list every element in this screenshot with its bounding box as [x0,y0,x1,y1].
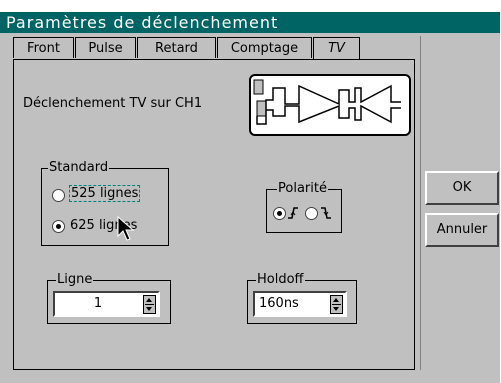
tab-front[interactable]: Front [13,37,74,58]
falling-edge-icon [321,207,331,219]
radio-525-label[interactable]: 525 lignes [68,185,141,202]
line-spin-arrows[interactable] [143,295,156,314]
holdoff-legend: Holdoff [256,272,305,287]
dialog-title: Paramètres de déclenchement [0,12,500,33]
radio-selected-dot [56,224,61,229]
line-legend: Ligne [56,272,94,287]
cancel-button[interactable]: Annuler [425,213,499,247]
mouse-cursor-icon [117,216,135,241]
tv-signal-diagram [249,74,411,136]
tab-retard[interactable]: Retard [137,37,216,58]
spin-down-icon[interactable] [333,307,339,311]
tab-pulse[interactable]: Pulse [75,37,136,58]
tv-signal-icon [253,79,401,125]
top-strip [0,0,500,12]
radio-625-lines[interactable] [52,220,65,233]
polarity-group: Polarité [266,182,342,233]
tab-tv[interactable]: TV [313,37,360,61]
spin-up-icon[interactable] [146,298,152,302]
line-spinbox[interactable]: 1 [53,291,160,317]
radio-polarity-negative[interactable] [305,207,318,220]
trigger-label: Déclenchement TV sur CH1 [23,96,203,111]
rising-edge-icon [288,207,298,219]
spin-divider [332,304,341,305]
ok-button[interactable]: OK [425,171,499,205]
spin-divider [145,304,154,305]
spin-up-icon[interactable] [333,298,339,302]
radio-selected-dot [277,211,282,216]
standard-group: Standard 525 lignes 625 lignes [41,161,169,246]
line-value[interactable]: 1 [55,296,141,311]
spin-down-icon[interactable] [146,307,152,311]
button-column: OK Annuler [420,36,500,370]
radio-525-lines[interactable] [52,189,65,202]
dialog-window: Paramètres de déclenchement Front Pulse … [0,0,500,383]
standard-legend: Standard [48,160,110,175]
holdoff-spin-arrows[interactable] [330,295,343,314]
holdoff-value[interactable]: 160ns [259,296,299,311]
line-group: Ligne 1 [47,273,171,324]
polarity-legend: Polarité [277,181,328,196]
holdoff-spinbox[interactable]: 160ns [253,291,347,317]
tv-tab-panel: Déclenchement TV sur CH1 Standard 525 li… [13,59,415,370]
holdoff-group: Holdoff 160ns [247,273,357,324]
tab-comptage[interactable]: Comptage [217,37,312,58]
radio-polarity-positive[interactable] [273,207,286,220]
